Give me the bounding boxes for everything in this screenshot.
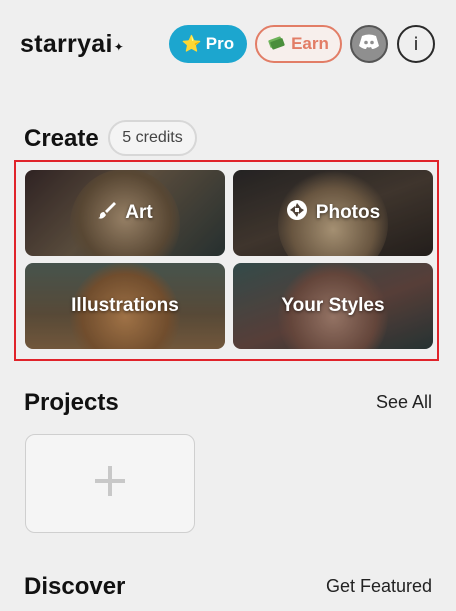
create-photos-tile[interactable]: Photos xyxy=(233,170,433,256)
your-styles-label: Your Styles xyxy=(281,295,385,316)
plus-icon xyxy=(93,464,127,503)
info-icon: i xyxy=(413,33,419,55)
photos-label: Photos xyxy=(315,202,381,223)
logo-text: starryai xyxy=(20,30,113,58)
earn-button[interactable]: Earn xyxy=(255,25,342,63)
earn-label: Earn xyxy=(291,34,329,53)
star-icon: ⭐ xyxy=(181,36,202,53)
brush-icon xyxy=(97,200,117,226)
art-label: Art xyxy=(125,202,153,223)
info-button[interactable]: i xyxy=(397,25,435,63)
create-your-styles-tile[interactable]: Your Styles xyxy=(233,263,433,349)
projects-heading: Projects xyxy=(24,389,119,416)
money-icon xyxy=(268,34,286,54)
get-featured-link[interactable]: Get Featured xyxy=(326,576,432,597)
logo-sparkle-icon: ✦ xyxy=(113,40,125,54)
add-project-button[interactable] xyxy=(25,434,195,533)
create-illustrations-tile[interactable]: Illustrations xyxy=(25,263,225,349)
pro-label: Pro xyxy=(205,34,235,53)
top-bar: starryai✦ ⭐ Pro Earn i xyxy=(0,0,456,90)
camera-aperture-icon xyxy=(286,199,308,227)
starryai-logo[interactable]: starryai✦ xyxy=(20,30,124,59)
pro-button[interactable]: ⭐ Pro xyxy=(169,25,247,63)
discord-button[interactable] xyxy=(350,25,388,63)
discover-heading: Discover xyxy=(24,573,126,600)
discord-icon xyxy=(358,34,380,55)
create-heading: Create xyxy=(24,125,99,152)
see-all-link[interactable]: See All xyxy=(376,392,432,413)
create-art-tile[interactable]: Art xyxy=(25,170,225,256)
illustrations-label: Illustrations xyxy=(71,295,179,316)
app-screen: starryai✦ ⭐ Pro Earn i Create 5 credits … xyxy=(0,0,456,611)
credits-badge[interactable]: 5 credits xyxy=(108,120,197,156)
